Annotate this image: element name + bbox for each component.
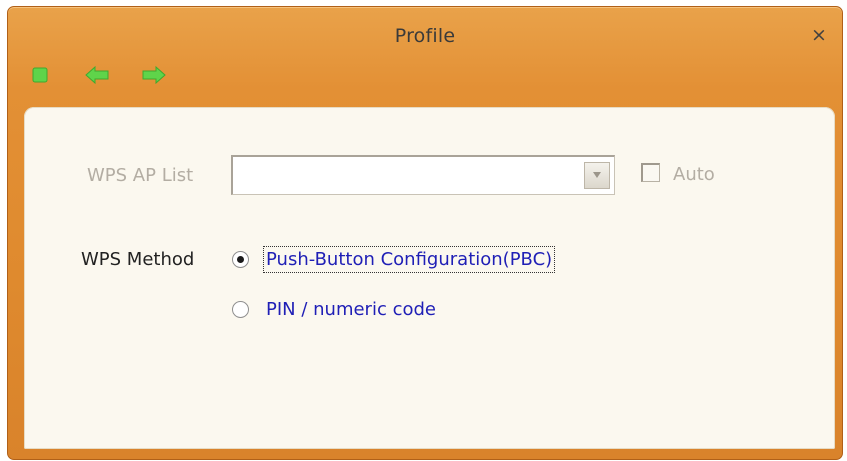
pbc-radio[interactable] <box>232 251 249 268</box>
wps-ap-list-dropdown-button[interactable] <box>584 162 610 189</box>
close-icon: × <box>811 24 827 46</box>
window-title: Profile <box>394 25 456 47</box>
profile-window: Profile × WPS AP List Auto WPS Method Pu… <box>7 6 843 460</box>
forward-button[interactable] <box>141 65 167 87</box>
pin-radio[interactable] <box>232 301 249 318</box>
radio-selected-dot <box>237 256 244 263</box>
close-button[interactable]: × <box>808 24 830 46</box>
wps-method-label: WPS Method <box>81 249 195 270</box>
auto-label: Auto <box>673 164 715 185</box>
chevron-down-icon <box>593 172 601 178</box>
stop-button[interactable] <box>30 65 56 87</box>
wps-ap-list-select[interactable] <box>231 155 615 195</box>
content-panel: WPS AP List Auto WPS Method Push-Button … <box>24 107 835 449</box>
wps-ap-list-label: WPS AP List <box>87 165 194 186</box>
auto-checkbox[interactable] <box>641 163 660 182</box>
forward-arrow-icon <box>142 65 166 85</box>
pin-option-label[interactable]: PIN / numeric code <box>266 299 436 320</box>
back-button[interactable] <box>84 65 110 87</box>
back-arrow-icon <box>85 65 109 85</box>
stop-icon <box>32 67 48 83</box>
pbc-option-label[interactable]: Push-Button Configuration(PBC) <box>262 246 556 273</box>
